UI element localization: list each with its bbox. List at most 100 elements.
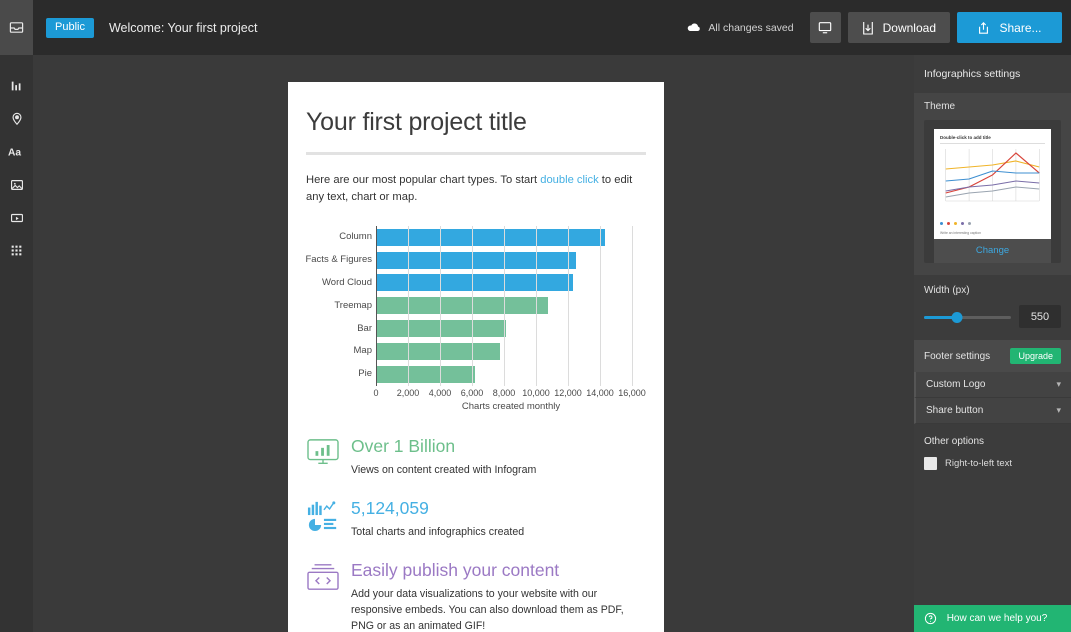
settings-panel-title: Infographics settings [924,68,1021,80]
stat-subtext[interactable]: Total charts and infographics created [351,525,524,541]
image-icon [10,178,24,192]
rtl-toggle-row[interactable]: Right-to-left text [924,457,1061,470]
stat-subtext[interactable]: Views on content created with Infogram [351,463,536,479]
chart-x-tick: 16,000 [618,387,646,398]
slider-knob[interactable] [951,311,963,323]
footer-settings-header: Footer settings Upgrade [914,340,1071,372]
rail-item-text[interactable]: Aa [0,135,33,168]
cloud-icon [687,22,701,33]
chart-bar-fill [376,228,605,246]
stat-heading[interactable]: Easily publish your content [351,560,646,580]
grid-apps-icon [10,244,23,257]
canvas-stage[interactable]: Your first project title Here are our mo… [33,55,914,632]
chart-bar[interactable] [376,251,576,269]
download-label: Download [882,20,936,35]
question-circle-icon [924,612,937,625]
chart-x-axis: 0 2,000 4,000 6,000 8,000 10,000 12,000 14,000 1… [373,386,646,400]
chart-bar[interactable] [376,297,548,315]
rail-item-maps[interactable] [0,102,33,135]
chart-y-tick: Pie [358,368,372,380]
chart-gridline [568,225,569,386]
help-widget[interactable]: How can we help you? [914,605,1071,632]
bar-chart[interactable]: Column Facts & Figures Word Cloud Treemap Ba… [305,225,646,412]
change-theme-button[interactable]: Change [934,239,1051,263]
rail-item-more[interactable] [0,234,33,267]
theme-thumb-legend [940,222,1045,225]
theme-thumbnail[interactable]: Double-click to add title Write an inter… [934,129,1051,239]
theme-card: Double-click to add title Write an inter… [924,120,1061,263]
accordion-share-button[interactable]: Share button ▾ [914,398,1071,424]
inbox-icon [9,20,24,35]
other-options-section: Other options Right-to-left text [914,424,1071,482]
chevron-down-icon: ▾ [1056,405,1061,415]
svg-text:Aa: Aa [8,147,21,158]
chart-bar[interactable] [376,274,573,292]
width-slider[interactable] [924,310,1011,324]
help-label: How can we help you? [946,613,1048,624]
app-root: Aa Public Welcome: Your first project Al… [0,0,1071,632]
stat-block-views[interactable]: Over 1 Billion Views on content created … [306,434,646,479]
download-button[interactable]: Download [847,12,950,43]
stat-blocks: Over 1 Billion Views on content created … [306,434,646,632]
chart-bar[interactable] [376,228,605,246]
chart-bar-fill [376,342,500,360]
chart-x-tick: 12,000 [554,387,582,398]
chart-gridline [472,225,473,386]
charts-collection-icon [306,496,346,541]
stat-heading[interactable]: 5,124,059 [351,498,524,518]
intro-paragraph[interactable]: Here are our most popular chart types. T… [306,172,646,207]
width-input[interactable]: 550 [1019,305,1061,328]
rail-item-video[interactable] [0,201,33,234]
infographic-canvas[interactable]: Your first project title Here are our mo… [288,82,664,632]
chart-y-tick: Facts & Figures [305,254,372,265]
map-pin-icon [10,112,24,126]
share-button[interactable]: Share... [957,12,1062,43]
chart-x-tick: 6,000 [460,387,484,398]
upgrade-button[interactable]: Upgrade [1010,348,1061,364]
chart-x-tick: 8,000 [492,387,516,398]
chart-gridline [600,225,601,386]
other-options-label: Other options [924,436,985,447]
share-label: Share... [999,20,1042,35]
page-title[interactable]: Your first project title [306,108,646,137]
chevron-down-icon: ▾ [1056,379,1061,389]
chart-bar-fill [376,365,476,383]
theme-thumb-linechart [945,149,1040,202]
share-icon [977,21,990,35]
chart-x-title: Charts created monthly [461,400,561,412]
chart-plot-area [376,225,633,386]
chart-bar[interactable] [376,365,476,383]
chart-bar-fill [376,297,548,315]
chart-y-tick: Treemap [334,299,372,311]
text-aa-icon: Aa [8,145,25,159]
chart-gridline [504,225,505,386]
chart-y-tick: Column [339,231,372,243]
accordion-custom-logo[interactable]: Custom Logo ▾ [914,372,1071,398]
rail-item-images[interactable] [0,168,33,201]
double-click-link[interactable]: double click [540,174,598,186]
chart-x-tick: 10,000 [522,387,550,398]
chart-gridline [632,225,633,386]
theme-section: Theme Double-click to add title Write an… [914,93,1071,275]
chart-bar[interactable] [376,342,500,360]
settings-panel: Infographics settings Theme Double-click… [914,55,1071,632]
chart-y-tick: Bar [357,322,372,334]
chart-y-tick: Map [353,345,372,357]
accordion-label: Custom Logo [926,379,986,390]
stat-heading[interactable]: Over 1 Billion [351,436,536,456]
chart-x-tick: 2,000 [396,387,420,398]
rail-item-library[interactable] [0,0,33,55]
present-button[interactable] [809,12,841,43]
rtl-label: Right-to-left text [945,458,1013,469]
chart-x-tick: 14,000 [586,387,614,398]
embed-code-icon [306,558,346,632]
chart-y-tick: Word Cloud [322,276,372,288]
rtl-checkbox[interactable] [924,457,937,470]
project-title[interactable]: Welcome: Your first project [109,21,257,35]
rail-item-charts[interactable] [0,69,33,102]
stat-block-publish[interactable]: Easily publish your content Add your dat… [306,558,646,632]
stat-subtext[interactable]: Add your data visualizations to your web… [351,587,646,632]
stat-block-charts-created[interactable]: 5,124,059 Total charts and infographics … [306,496,646,541]
visibility-badge[interactable]: Public [46,17,94,38]
chart-gridline [376,225,377,386]
